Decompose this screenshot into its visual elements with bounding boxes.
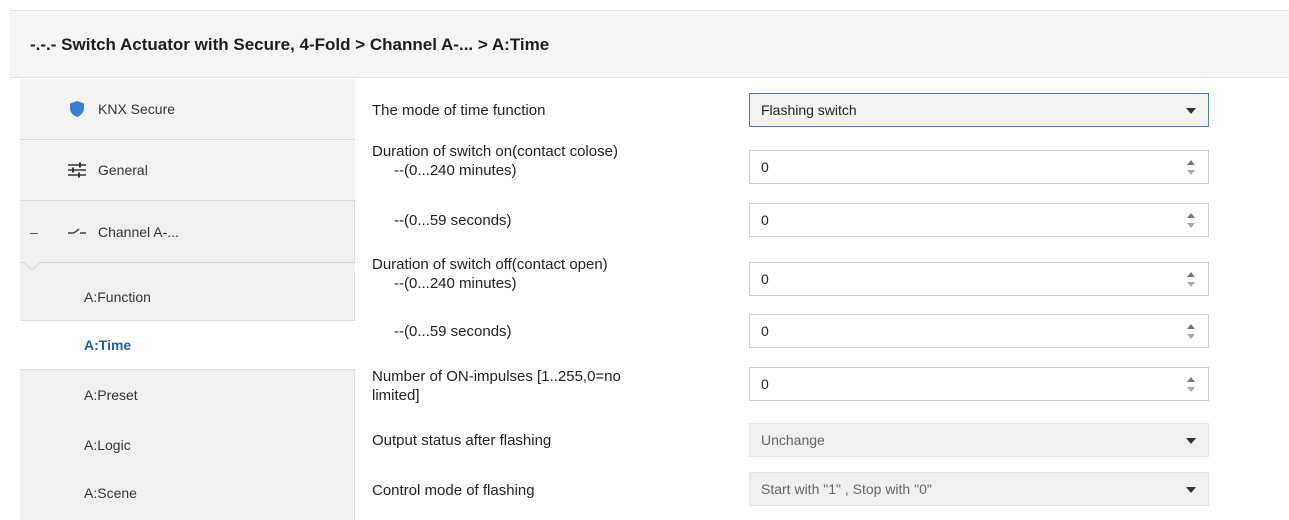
on-seconds-label: --(0...59 seconds) <box>394 212 512 229</box>
sidebar-subitem-a-function[interactable]: A:Function <box>20 272 355 322</box>
spinner-arrows-icon[interactable] <box>1186 375 1196 395</box>
impulses-label: Number of ON-impulses [1..255,0=no limit… <box>372 367 621 405</box>
off-seconds-spinner[interactable]: 0 <box>749 314 1209 348</box>
sidebar-subitem-a-preset[interactable]: A:Preset <box>20 370 355 420</box>
spinner-arrows-icon[interactable] <box>1186 270 1196 290</box>
on-seconds-spinner[interactable]: 0 <box>749 203 1209 237</box>
select-value: Unchange <box>761 432 825 448</box>
subitem-label: A:Time <box>84 337 132 353</box>
subitem-label: A:Function <box>84 289 151 305</box>
chevron-down-icon <box>1186 108 1196 114</box>
sidebar-item-general[interactable]: General <box>20 140 355 201</box>
spinner-value: 0 <box>761 376 769 392</box>
output-status-select[interactable]: Unchange <box>749 423 1209 457</box>
chevron-down-icon <box>1186 487 1196 493</box>
mode-select[interactable]: Flashing switch <box>749 93 1209 127</box>
sidebar-item-label: General <box>98 162 148 178</box>
subitem-label: A:Preset <box>84 387 138 403</box>
tree-notch <box>20 262 355 272</box>
sidebar-item-knx-secure[interactable]: KNX Secure <box>20 79 355 140</box>
label-line: --(0...240 minutes) <box>394 162 517 179</box>
spinner-arrows-icon[interactable] <box>1186 211 1196 231</box>
spinner-value: 0 <box>761 212 769 228</box>
sidebar-subitem-a-logic[interactable]: A:Logic <box>20 420 355 470</box>
spinner-value: 0 <box>761 323 769 339</box>
sidebar-item-label: KNX Secure <box>98 101 176 117</box>
sidebar-subitem-a-scene[interactable]: A:Scene <box>20 468 355 518</box>
on-minutes-spinner[interactable]: 0 <box>749 150 1209 184</box>
off-seconds-label: --(0...59 seconds) <box>394 323 512 340</box>
mode-label: The mode of time function <box>372 102 546 119</box>
breadcrumb-header: -.-.- Switch Actuator with Secure, 4-Fol… <box>10 10 1289 78</box>
off-minutes-label: Duration of switch off(contact open) --(… <box>372 255 608 293</box>
subitem-label: A:Logic <box>84 437 131 453</box>
sliders-icon <box>66 159 88 181</box>
sidebar-item-label: Channel A-... <box>98 223 179 240</box>
chevron-down-icon <box>1186 438 1196 444</box>
label-line: Duration of switch off(contact open) <box>372 256 608 273</box>
label-line: --(0...240 minutes) <box>394 275 517 292</box>
spinner-value: 0 <box>761 159 769 175</box>
sidebar: KNX Secure General – Channel A-... A:Fun… <box>20 79 356 520</box>
subitem-label: A:Scene <box>84 485 137 501</box>
on-minutes-label: Duration of switch on(contact colose) --… <box>372 142 618 180</box>
spinner-value: 0 <box>761 271 769 287</box>
breadcrumb: -.-.- Switch Actuator with Secure, 4-Fol… <box>30 35 550 54</box>
off-minutes-spinner[interactable]: 0 <box>749 262 1209 296</box>
control-mode-label: Control mode of flashing <box>372 482 535 499</box>
label-line: limited] <box>372 387 420 404</box>
impulses-spinner[interactable]: 0 <box>749 367 1209 401</box>
sidebar-item-channel-a[interactable]: – Channel A-... <box>20 201 355 262</box>
spinner-arrows-icon[interactable] <box>1186 322 1196 342</box>
mode-select-value: Flashing switch <box>761 102 857 118</box>
output-status-label: Output status after flashing <box>372 432 552 449</box>
collapse-icon[interactable]: – <box>30 224 38 240</box>
label-line: Duration of switch on(contact colose) <box>372 143 618 160</box>
sidebar-subitem-a-time[interactable]: A:Time <box>20 320 356 370</box>
select-value: Start with "1" , Stop with "0" <box>761 481 932 497</box>
shield-icon <box>66 98 88 120</box>
switch-icon <box>66 221 88 243</box>
spinner-arrows-icon[interactable] <box>1186 158 1196 178</box>
label-line: Number of ON-impulses [1..255,0=no <box>372 368 621 385</box>
control-mode-select[interactable]: Start with "1" , Stop with "0" <box>749 472 1209 506</box>
